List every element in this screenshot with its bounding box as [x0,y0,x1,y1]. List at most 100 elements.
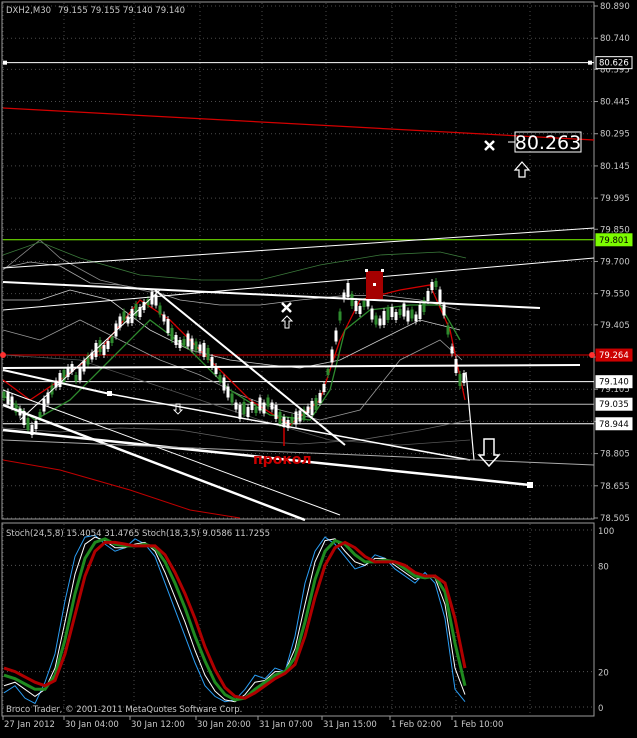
stochastic-curves [3,529,594,708]
candle-body [174,335,178,345]
time-axis: 27 Jan 2012 30 Jan 04:00 30 Jan 12:00 30 Ja… [2,716,503,730]
candle-body [230,393,234,403]
candle-body [334,330,338,342]
price-marker-label: 79.140 [599,378,629,388]
candle-body [242,402,246,414]
stochastic-level-label: 20 [598,669,609,679]
candle-body [374,315,378,325]
target-price-marker[interactable]: 80.263 [508,131,582,154]
price-drop-line [465,371,475,461]
candle-body [326,369,330,375]
candle-body [26,418,30,430]
candle-body [38,412,42,418]
price-marker-label: 79.264 [599,351,629,361]
candle-body [122,311,126,321]
candle-body [218,375,222,381]
candle-body [314,398,318,410]
price-tick-label: 80.445 [600,98,630,108]
time-tick-label: 31 Jan 15:00 [323,720,377,730]
candle-body [178,340,182,348]
candle-body [246,407,250,417]
time-tick-label: 30 Jan 12:00 [131,720,185,730]
candle-body [414,314,418,322]
line-handle [0,352,6,358]
candle-body [258,397,262,411]
candle-body [226,386,230,398]
line-handle [107,391,112,396]
price-tick-label: 80.295 [600,130,630,140]
candle-body [382,311,386,325]
candle-body [210,357,214,367]
chart-window[interactable]: DXH2,M30 79.155 79.155 79.140 79.140 Sto… [0,0,637,734]
time-tick-label: 27 Jan 2012 [4,720,55,730]
time-tick-label: 1 Feb 02:00 [391,720,441,730]
candle-body [250,402,254,410]
price-marker-label: 80.626 [599,59,629,69]
price-marker-label: 79.801 [599,236,629,246]
price-tick-label: 78.805 [600,450,630,460]
candle-body [190,338,194,350]
price-tick-label: 79.550 [600,290,630,300]
candle-body [294,411,298,425]
candle-body [34,421,38,429]
candle-body [74,375,78,381]
candle-body [426,291,430,301]
time-tick-label: 30 Jan 20:00 [197,720,251,730]
candle-body [270,402,274,410]
time-tick-label: 1 Feb 10:00 [453,720,503,730]
candle-body [158,305,162,315]
candle-body [182,339,186,345]
trend-line [2,257,595,311]
candle-body [406,310,410,322]
candle-body [462,373,466,383]
candle-body [446,325,450,335]
puncture-label: прокол [253,452,312,468]
main-chart-frame [1,1,595,520]
candle-body [330,349,334,363]
candle-body [362,301,366,307]
chart-header-symbol: DXH2,M30 [6,6,51,16]
candle-body [106,341,110,349]
stochastic-header: Stoch(24,5,8) 15.4054 31.4765 Stoch(18,3… [6,529,270,539]
candle-body [370,308,374,320]
candle-body [10,396,14,408]
cross-icon [484,140,495,151]
price-marker-label: 79.035 [599,400,629,410]
line-handle [527,482,533,488]
candle-body [402,303,406,317]
candle-body [418,305,422,319]
candle-body [254,407,258,413]
candle-body [410,309,414,319]
candle-body [298,410,302,422]
arrow-down-icon [477,438,501,468]
price-axis: 80.89080.74080.59580.44580.29580.14579.9… [594,2,630,524]
candle-body [346,283,350,297]
price-tick-label: 80.890 [600,2,630,12]
candle-body [394,312,398,320]
candle-body [398,309,402,315]
cross-icon [281,302,292,313]
candle-body [186,333,190,347]
candle-body [194,341,198,351]
candle-body [306,406,310,414]
stochastic-level-label: 80 [598,562,609,572]
green-envelope [2,241,467,281]
candle-body [390,307,394,317]
candle-body [202,343,206,357]
price-tick-label: 79.700 [600,257,630,267]
highlight-bar-marker [365,269,384,299]
candle-body [450,346,454,354]
chart-header-ohlc: 79.155 79.155 79.140 79.140 [58,6,185,16]
candle-body [266,397,270,407]
price-tick-label: 78.655 [600,482,630,492]
candle-body [438,289,442,303]
candle-body [102,345,106,355]
candle-body [322,384,326,392]
price-tick-label: 79.995 [600,194,630,204]
price-tick-label: 79.405 [600,321,630,331]
candle-body [442,304,446,316]
arrow-up-icon [280,315,294,329]
candle-body [458,374,462,386]
candle-body [134,304,138,316]
price-tick-label: 80.740 [600,34,630,44]
